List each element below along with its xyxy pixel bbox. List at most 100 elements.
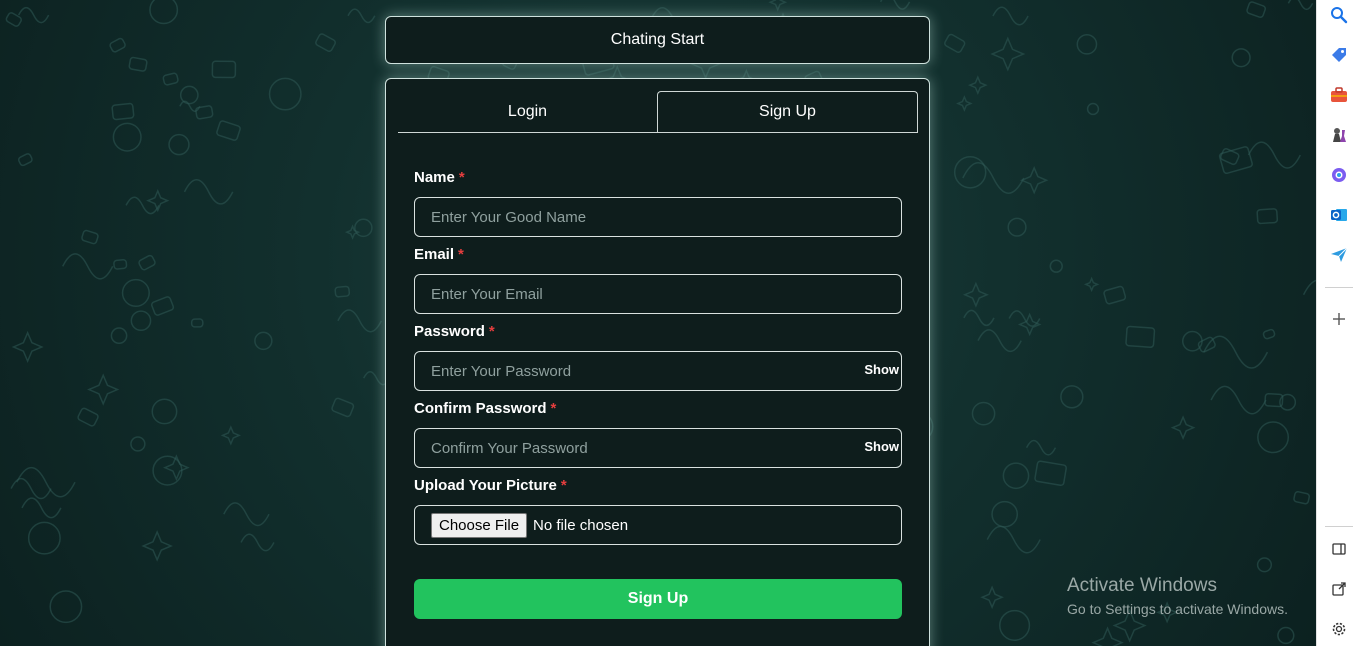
doodle-shape <box>1256 208 1279 225</box>
doodle-shape <box>112 122 142 152</box>
doodle-shape <box>220 425 241 446</box>
doodle-shape <box>11 330 44 364</box>
tab-signup[interactable]: Sign Up <box>657 91 918 132</box>
doodle-shape <box>1060 385 1084 409</box>
doodle-shape <box>1076 33 1098 55</box>
confirm-password-field-wrap: Show <box>414 428 902 468</box>
doodle-shape <box>254 331 273 351</box>
doodle-shape <box>1083 276 1100 293</box>
tab-login[interactable]: Login <box>398 91 657 132</box>
doodle-shape <box>168 133 190 156</box>
add-icon[interactable] <box>1329 309 1349 329</box>
doodle-shape <box>62 253 114 280</box>
confirm-password-input[interactable] <box>415 429 901 467</box>
doodle-shape <box>1210 385 1267 415</box>
doodle-shape <box>1019 166 1049 195</box>
required-marker: * <box>550 400 557 417</box>
doodle-shape <box>1091 626 1124 646</box>
email-label-text: Email <box>414 246 455 263</box>
doodle-shape <box>967 75 988 96</box>
picture-label: Upload Your Picture * <box>414 477 567 494</box>
doodle-shape <box>956 95 973 112</box>
doodle-shape <box>130 310 152 332</box>
file-status: No file chosen <box>533 516 629 534</box>
windows-activation-watermark: Activate Windows Go to Settings to activ… <box>1067 575 1288 617</box>
doodle-shape <box>315 33 336 53</box>
name-field-wrap <box>414 197 902 237</box>
password-label-text: Password <box>414 323 485 340</box>
doodle-shape <box>21 497 62 519</box>
auth-tabs: Login Sign Up <box>398 91 918 133</box>
required-marker: * <box>458 169 465 186</box>
doodle-shape <box>962 281 989 308</box>
doodle-shape <box>1008 310 1041 327</box>
doodle-shape <box>149 0 179 25</box>
outlook-icon[interactable] <box>1329 205 1349 225</box>
copilot-icon[interactable] <box>1329 165 1349 185</box>
signup-submit-button[interactable]: Sign Up <box>414 579 902 619</box>
doodle-shape <box>17 6 50 24</box>
password-input[interactable] <box>415 352 901 390</box>
doodle-shape <box>953 156 987 189</box>
password-field-wrap: Show <box>414 351 902 391</box>
search-icon[interactable] <box>1329 5 1349 25</box>
tag-icon[interactable] <box>1329 45 1349 65</box>
watermark-title: Activate Windows <box>1067 575 1217 596</box>
doodle-shape <box>195 105 214 120</box>
doodle-shape <box>1125 325 1156 348</box>
doodle-shape <box>1293 491 1311 505</box>
briefcase-icon[interactable] <box>1329 85 1349 105</box>
email-input[interactable] <box>415 275 901 313</box>
confirm-password-show-button[interactable]: Show <box>864 439 899 454</box>
doodle-shape <box>190 318 204 328</box>
doodle-shape <box>331 397 355 418</box>
doodle-shape <box>347 8 376 24</box>
sidebar-divider <box>1325 287 1353 288</box>
name-input[interactable] <box>415 198 901 236</box>
choose-file-button[interactable]: Choose File <box>431 512 528 538</box>
doodle-shape <box>1007 217 1027 237</box>
picture-field-wrap: Choose File No file chosen <box>414 505 902 545</box>
doodle-shape <box>121 278 150 308</box>
doodle-shape <box>179 100 201 113</box>
doodle-shape <box>240 533 275 552</box>
doodle-shape <box>27 521 61 555</box>
doodle-shape <box>141 530 173 562</box>
doodle-shape <box>1034 460 1067 486</box>
name-label: Name * <box>414 169 465 186</box>
doodle-shape <box>179 85 199 105</box>
doodle-shape <box>1231 48 1251 68</box>
doodle-shape <box>999 609 1031 641</box>
chess-icon[interactable] <box>1329 125 1349 145</box>
doodle-shape <box>986 525 1041 554</box>
doodle-shape <box>138 254 156 271</box>
confirm-password-label: Confirm Password * <box>414 400 556 417</box>
panel-icon[interactable] <box>1329 539 1349 559</box>
doodle-shape <box>1246 1 1267 18</box>
doodle-shape <box>334 285 351 298</box>
doodle-shape <box>1302 279 1316 296</box>
doodle-shape <box>992 6 1029 26</box>
doodle-shape <box>110 327 128 345</box>
watermark-subtitle: Go to Settings to activate Windows. <box>1067 601 1288 617</box>
doodle-shape <box>980 585 1004 610</box>
doodle-shape <box>16 466 76 498</box>
doodle-shape <box>77 407 99 427</box>
doodle-shape <box>223 502 270 527</box>
doodle-shape <box>211 60 237 79</box>
doodle-shape <box>17 153 33 167</box>
send-icon[interactable] <box>1329 245 1349 265</box>
gear-icon[interactable] <box>1329 619 1349 639</box>
doodle-shape <box>990 36 1026 72</box>
external-link-icon[interactable] <box>1329 579 1349 599</box>
doodle-shape <box>128 56 148 72</box>
doodle-shape <box>977 329 1022 353</box>
doodle-shape <box>268 77 302 111</box>
doodle-shape <box>1170 415 1196 441</box>
doodle-shape <box>111 102 135 121</box>
doodle-shape <box>354 218 373 238</box>
doodle-shape <box>1002 462 1030 490</box>
doodle-shape <box>1256 557 1273 573</box>
password-show-button[interactable]: Show <box>864 362 899 377</box>
doodle-shape <box>125 196 160 215</box>
